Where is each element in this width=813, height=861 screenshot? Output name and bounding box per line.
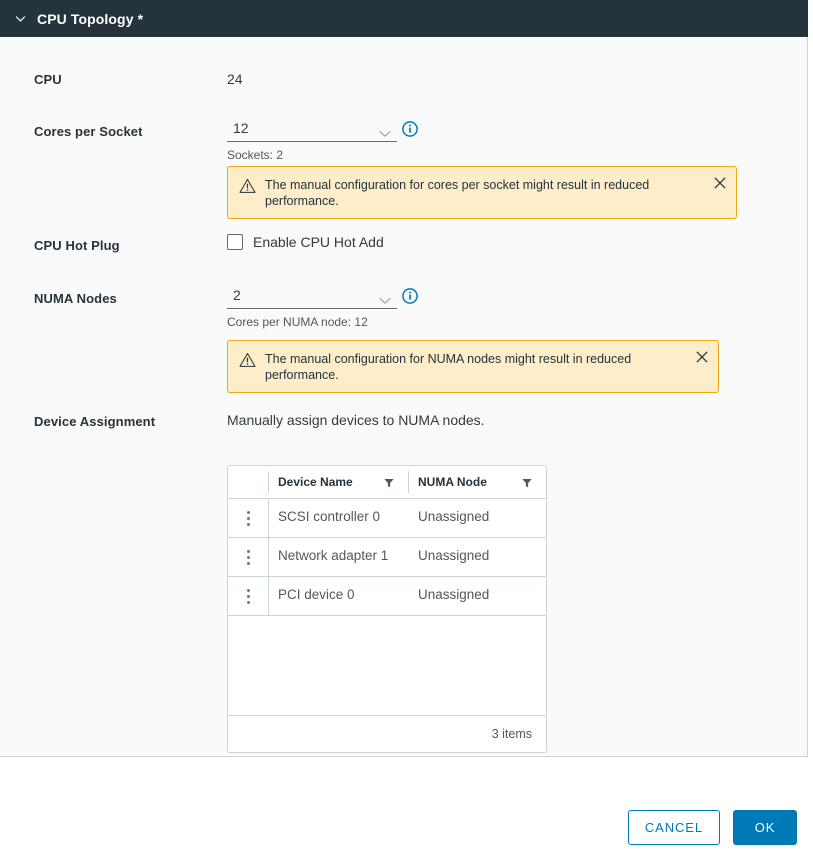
grid-header-actions bbox=[228, 466, 268, 498]
grid-header-row: Device Name NUMA Node bbox=[228, 466, 546, 499]
table-row[interactable]: SCSI controller 0 Unassigned bbox=[228, 499, 546, 538]
sockets-note: Sockets: 2 bbox=[227, 148, 284, 162]
cell-numa-node: Unassigned bbox=[418, 587, 490, 602]
row-menu-button[interactable] bbox=[228, 499, 268, 537]
grid-footer: 3 items bbox=[228, 716, 546, 752]
grid-header-numa-node-label: NUMA Node bbox=[418, 475, 487, 489]
ok-button[interactable]: OK bbox=[733, 810, 797, 845]
filter-icon[interactable] bbox=[522, 477, 532, 488]
alert-cores-per-socket: The manual configuration for cores per s… bbox=[227, 166, 737, 219]
numa-nodes-value: 2 bbox=[233, 287, 241, 303]
checkbox-label: Enable CPU Hot Add bbox=[253, 234, 384, 250]
filter-icon[interactable] bbox=[384, 477, 394, 488]
info-circle-icon[interactable] bbox=[402, 121, 418, 137]
numa-nodes-select[interactable]: 2 bbox=[227, 285, 397, 309]
alert-text: The manual configuration for cores per s… bbox=[265, 178, 650, 208]
cell-numa-node: Unassigned bbox=[418, 509, 490, 524]
cpu-topology-dialog: CPU Topology * CPU 24 Cores per Socket 1… bbox=[0, 0, 813, 861]
row-menu-button[interactable] bbox=[228, 577, 268, 615]
dialog-footer: CANCEL OK bbox=[627, 810, 797, 845]
label-cores-per-socket: Cores per Socket bbox=[34, 124, 143, 139]
table-row[interactable]: PCI device 0 Unassigned bbox=[228, 577, 546, 616]
panel-body: CPU 24 Cores per Socket 12 Sockets: 2 Th… bbox=[0, 37, 808, 757]
warning-triangle-icon bbox=[239, 178, 256, 194]
cell-device-name: SCSI controller 0 bbox=[268, 499, 408, 537]
label-device-assignment: Device Assignment bbox=[34, 414, 156, 429]
grid-header-device-name[interactable]: Device Name bbox=[268, 466, 408, 498]
kebab-menu-icon[interactable] bbox=[246, 588, 250, 604]
chevron-down-icon[interactable] bbox=[12, 11, 28, 27]
kebab-menu-icon[interactable] bbox=[246, 510, 250, 526]
close-icon[interactable] bbox=[713, 176, 727, 190]
row-menu-button[interactable] bbox=[228, 538, 268, 576]
close-icon[interactable] bbox=[695, 350, 709, 364]
enable-cpu-hot-add-checkbox[interactable]: Enable CPU Hot Add bbox=[227, 234, 384, 250]
cell-numa-node: Unassigned bbox=[418, 548, 490, 563]
warning-triangle-icon bbox=[239, 352, 256, 368]
cell-device-name: PCI device 0 bbox=[268, 577, 408, 615]
panel-title: CPU Topology * bbox=[37, 10, 144, 27]
grid-header-numa-node[interactable]: NUMA Node bbox=[408, 466, 546, 498]
kebab-menu-icon[interactable] bbox=[246, 549, 250, 565]
cores-per-numa-note: Cores per NUMA node: 12 bbox=[227, 315, 368, 329]
panel-header[interactable]: CPU Topology * bbox=[0, 0, 808, 37]
label-cpu-hot-plug: CPU Hot Plug bbox=[34, 238, 120, 253]
cores-per-socket-value: 12 bbox=[233, 120, 249, 136]
alert-numa-nodes: The manual configuration for NUMA nodes … bbox=[227, 340, 719, 393]
cores-per-socket-select[interactable]: 12 bbox=[227, 118, 397, 142]
chevron-down-icon bbox=[379, 292, 391, 304]
device-assignment-grid: Device Name NUMA Node SCSI controller 0 … bbox=[227, 465, 547, 753]
label-cpu: CPU bbox=[34, 72, 62, 87]
table-row[interactable]: Network adapter 1 Unassigned bbox=[228, 538, 546, 577]
label-numa-nodes: NUMA Nodes bbox=[34, 291, 117, 306]
checkbox-box[interactable] bbox=[227, 234, 243, 250]
cell-device-name: Network adapter 1 bbox=[268, 538, 408, 576]
alert-text: The manual configuration for NUMA nodes … bbox=[265, 352, 632, 382]
info-circle-icon[interactable] bbox=[402, 288, 418, 304]
chevron-down-icon bbox=[379, 125, 391, 137]
grid-header-device-name-label: Device Name bbox=[278, 475, 353, 489]
value-cpu: 24 bbox=[227, 71, 243, 87]
grid-item-count: 3 items bbox=[491, 727, 532, 741]
grid-empty-space bbox=[228, 616, 546, 716]
device-assignment-description: Manually assign devices to NUMA nodes. bbox=[227, 412, 485, 428]
cancel-button[interactable]: CANCEL bbox=[627, 810, 720, 845]
